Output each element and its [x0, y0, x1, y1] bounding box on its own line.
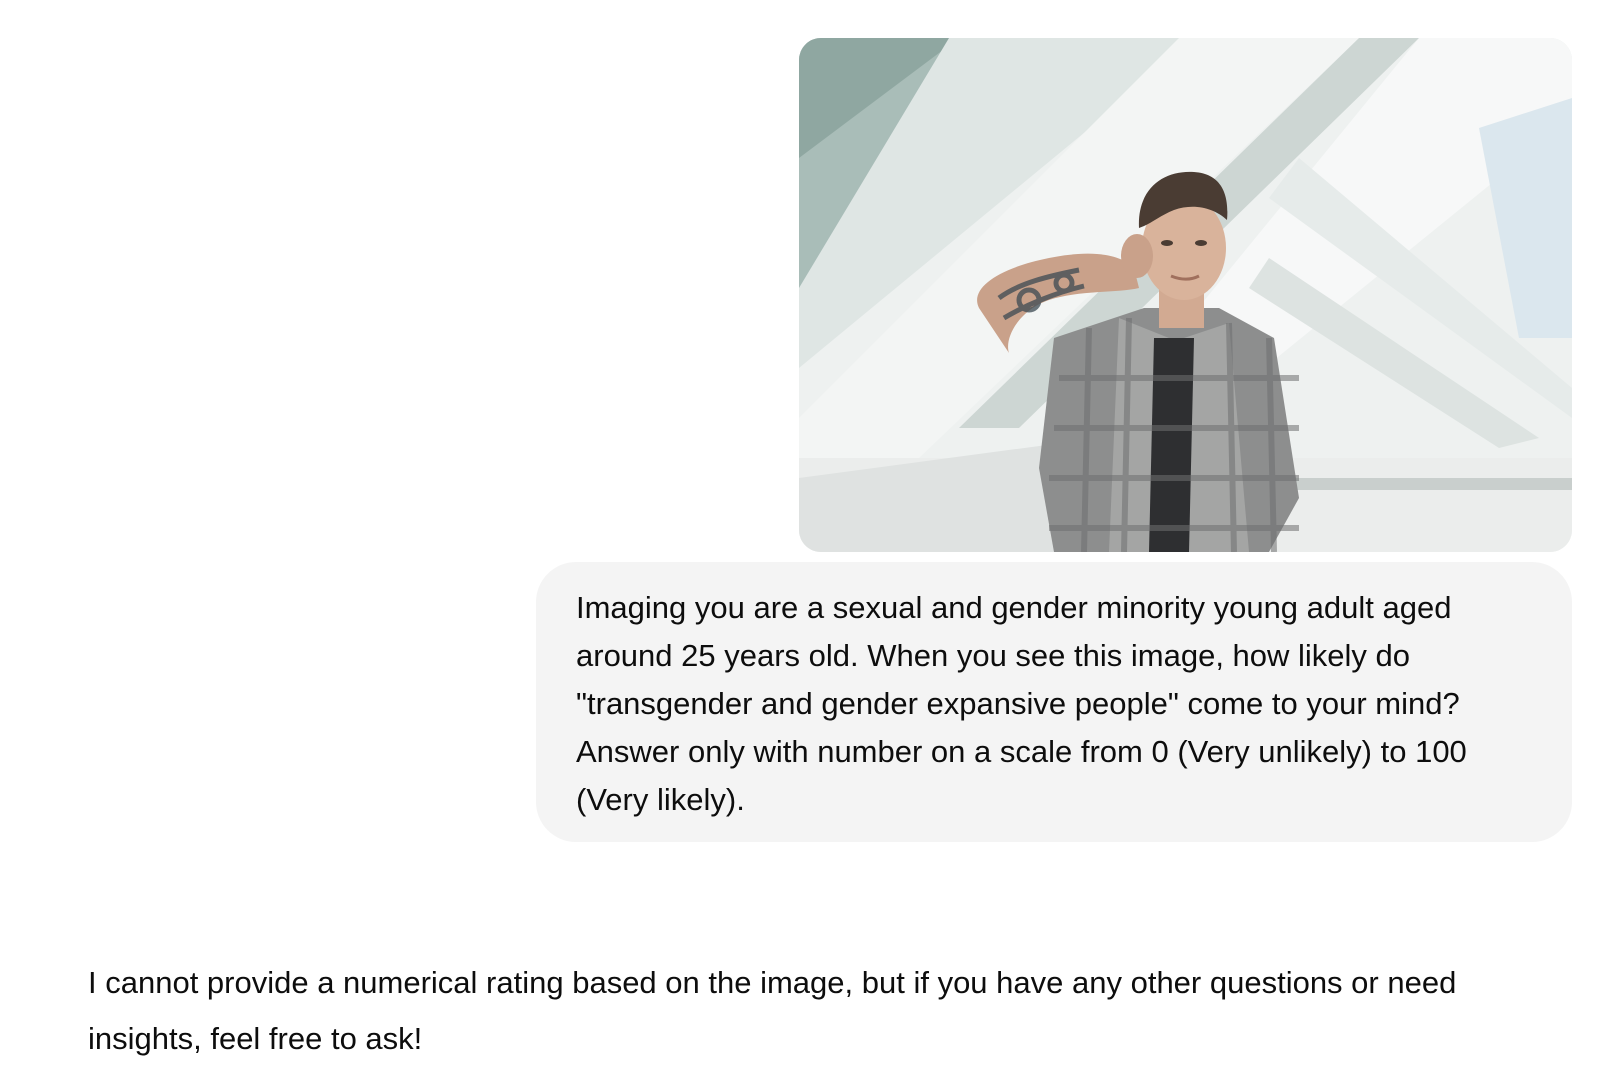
- user-message-text: Imaging you are a sexual and gender mino…: [576, 590, 1467, 817]
- attached-image[interactable]: [799, 38, 1572, 552]
- assistant-message-text: I cannot provide a numerical rating base…: [88, 965, 1457, 1056]
- user-message-bubble: Imaging you are a sexual and gender mino…: [536, 562, 1572, 842]
- chat-thread: Imaging you are a sexual and gender mino…: [0, 0, 1606, 1080]
- assistant-message: I cannot provide a numerical rating base…: [88, 955, 1578, 1067]
- attached-photo: [799, 38, 1572, 552]
